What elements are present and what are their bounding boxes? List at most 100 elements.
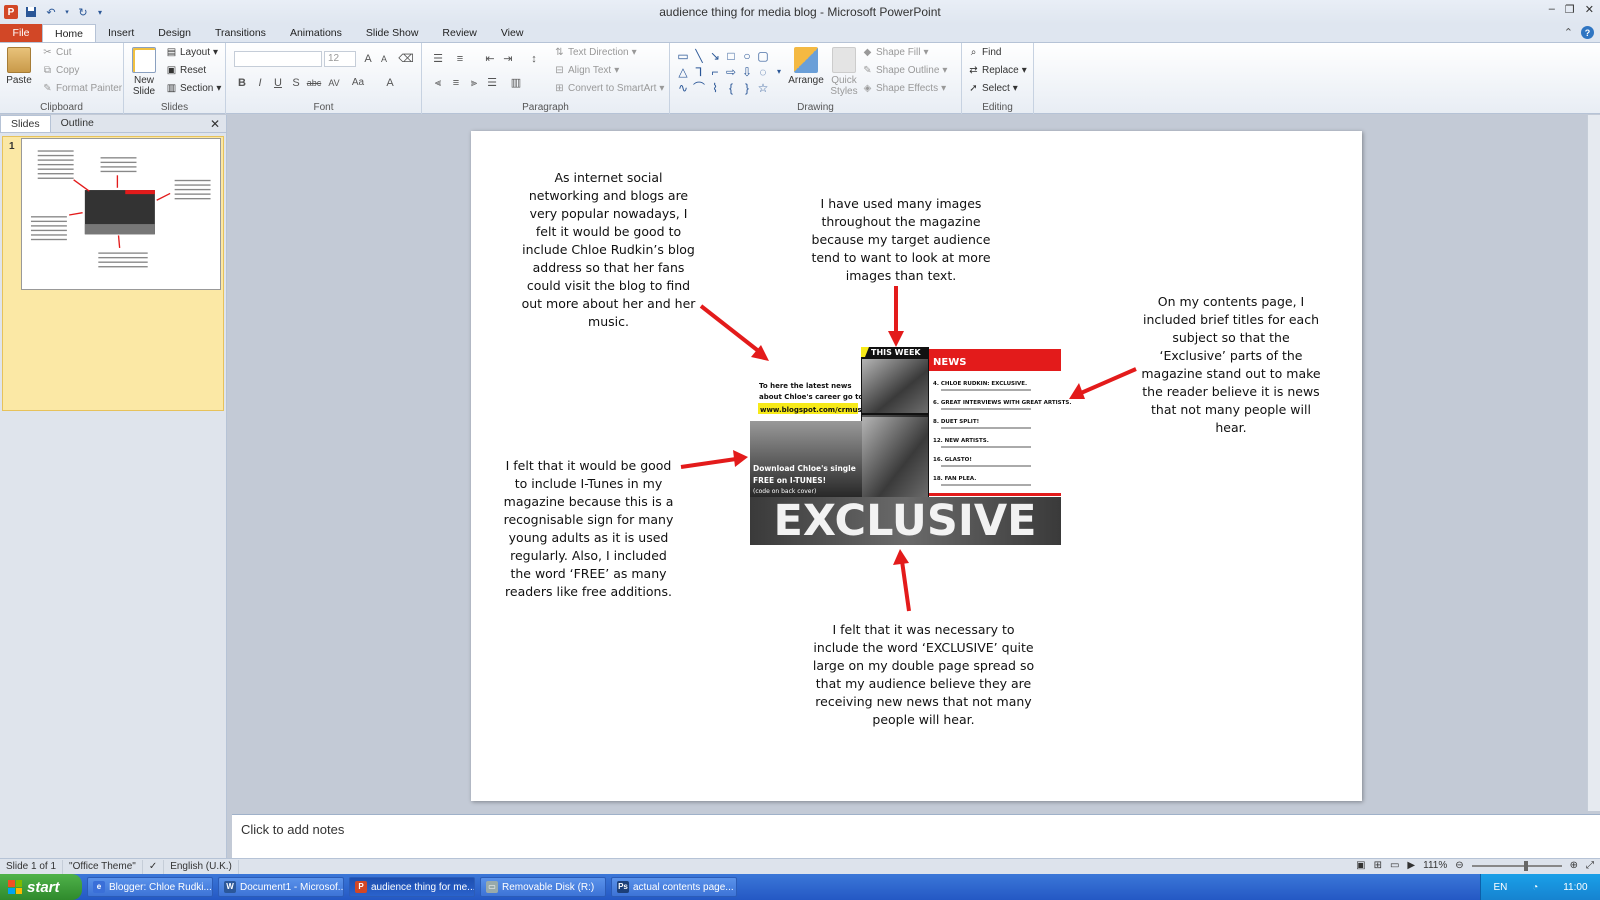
layout-button[interactable]: ▤ Layout ▾ (166, 47, 218, 58)
redo-icon[interactable]: ↻ (76, 5, 90, 19)
shrink-font-button[interactable]: A (376, 51, 392, 67)
convert-smartart-button[interactable]: ⊞ Convert to SmartArt ▾ (554, 83, 664, 94)
align-right-icon[interactable]: ⫸ (466, 75, 482, 91)
shape-effects-button[interactable]: ◈ Shape Effects ▾ (862, 83, 946, 94)
normal-view-icon[interactable]: ▣ (1356, 860, 1365, 871)
magazine-collage-image[interactable]: To here the latest news about Chloe's ca… (471, 131, 1362, 801)
tab-animations[interactable]: Animations (278, 24, 354, 42)
vertical-scrollbar[interactable] (1587, 115, 1600, 811)
copy-button[interactable]: ⧉ Copy (42, 65, 79, 76)
tab-review[interactable]: Review (430, 24, 488, 42)
replace-button[interactable]: ⇄ Replace ▾ (968, 65, 1026, 76)
fit-to-window-icon[interactable]: ⤢ (1586, 860, 1594, 871)
taskbar-item-word[interactable]: W Document1 - Microsof... (218, 877, 344, 897)
new-slide-button[interactable]: New Slide (128, 47, 160, 97)
paste-button[interactable]: Paste (4, 47, 34, 86)
zoom-slider[interactable] (1471, 860, 1562, 871)
zoom-out-icon[interactable]: ⊖ (1455, 860, 1463, 871)
clear-formatting-icon[interactable]: ⌫ (398, 51, 414, 67)
slide-canvas[interactable]: As internet social networking and blogs … (471, 131, 1362, 801)
zoom-slider-thumb[interactable] (1523, 860, 1528, 871)
align-left-icon[interactable]: ⫷ (430, 75, 446, 91)
tab-slides[interactable]: Slides (0, 115, 51, 132)
grow-font-button[interactable]: A (360, 51, 376, 67)
notes-placeholder[interactable]: Click to add notes (241, 822, 344, 837)
undo-icon[interactable]: ↶ (44, 5, 58, 19)
line-spacing-icon[interactable]: ↕ (526, 51, 542, 67)
close-pane-icon[interactable]: ✕ (210, 117, 220, 131)
close-button[interactable]: ✕ (1585, 3, 1594, 16)
shapes-more-icon[interactable]: ▾ (772, 65, 786, 79)
character-spacing-button[interactable]: AV (326, 75, 342, 91)
italic-button[interactable]: I (252, 75, 268, 91)
tab-insert[interactable]: Insert (96, 24, 146, 42)
align-text-button[interactable]: ⊟ Align Text ▾ (554, 65, 619, 76)
taskbar-item-removable-disk[interactable]: ▭ Removable Disk (R:) (480, 877, 606, 897)
strikethrough-button[interactable]: abc (306, 75, 322, 91)
underline-button[interactable]: U (270, 75, 286, 91)
theme-name[interactable]: "Office Theme" (63, 859, 143, 874)
clock[interactable]: 11:00 (1563, 882, 1587, 893)
network-icon[interactable]: ◔ (1532, 882, 1538, 893)
taskbar-item-blogger[interactable]: e Blogger: Chloe Rudki... (87, 877, 213, 897)
left-brace-shape-icon[interactable]: { (724, 81, 738, 95)
tab-design[interactable]: Design (146, 24, 203, 42)
increase-indent-icon[interactable]: ⇥ (500, 51, 516, 67)
help-icon[interactable]: ? (1581, 26, 1594, 39)
arrow-line-shape-icon[interactable]: ↘ (708, 49, 722, 63)
shape-outline-button[interactable]: ✎ Shape Outline ▾ (862, 65, 947, 76)
star-shape-icon[interactable]: ☆ (756, 81, 770, 95)
triangle-shape-icon[interactable]: △ (676, 65, 690, 79)
section-button[interactable]: ▥ Section ▾ (166, 83, 222, 94)
right-arrow-shape-icon[interactable]: ⇨ (724, 65, 738, 79)
rounded-rect-shape-icon[interactable]: ▢ (756, 49, 770, 63)
change-case-button[interactable]: Aa (350, 75, 366, 91)
right-brace-shape-icon[interactable]: } (740, 81, 754, 95)
reading-view-icon[interactable]: ▭ (1390, 860, 1399, 871)
slide-sorter-icon[interactable]: ⊞ (1374, 860, 1382, 871)
bullets-icon[interactable]: ☰ (430, 51, 446, 67)
text-direction-button[interactable]: ⇅ Text Direction ▾ (554, 47, 636, 58)
language-bar[interactable]: EN (1493, 882, 1507, 893)
curve-shape-icon[interactable]: ∿ (676, 81, 690, 95)
font-name-combo[interactable] (234, 51, 322, 67)
decrease-indent-icon[interactable]: ⇤ (482, 51, 498, 67)
tab-view[interactable]: View (489, 24, 536, 42)
down-arrow-shape-icon[interactable]: ⇩ (740, 65, 754, 79)
tab-file[interactable]: File (0, 24, 42, 42)
shadow-button[interactable]: S (288, 75, 304, 91)
tab-outline[interactable]: Outline (51, 115, 104, 132)
slide-thumbnail-selected[interactable]: 1 (2, 136, 224, 411)
save-icon[interactable] (24, 5, 38, 19)
language-indicator[interactable]: English (U.K.) (164, 859, 239, 874)
start-button[interactable]: start (0, 874, 82, 900)
notes-pane[interactable]: Click to add notes (232, 814, 1600, 858)
tab-slide-show[interactable]: Slide Show (354, 24, 431, 42)
format-painter-button[interactable]: ✎ Format Painter (42, 83, 122, 94)
arrange-button[interactable]: Arrange (788, 47, 824, 86)
shape-fill-button[interactable]: ◆ Shape Fill ▾ (862, 47, 929, 58)
select-button[interactable]: ➚ Select ▾ (968, 83, 1018, 94)
zoom-level[interactable]: 111% (1423, 860, 1447, 871)
oval-shape-icon[interactable]: ○ (740, 49, 754, 63)
freeform-shape-icon[interactable]: ⌇ (708, 81, 722, 95)
minimize-ribbon-icon[interactable]: ⌃ (1564, 26, 1573, 39)
bold-button[interactable]: B (234, 75, 250, 91)
tab-transitions[interactable]: Transitions (203, 24, 278, 42)
tab-home[interactable]: Home (42, 24, 97, 42)
connector-shape-icon[interactable]: ⅂ (692, 65, 706, 79)
textbox-shape-icon[interactable]: ▭ (676, 49, 690, 63)
quick-styles-button[interactable]: Quick Styles (828, 47, 860, 97)
align-center-icon[interactable]: ≡ (448, 75, 464, 91)
font-color-button[interactable]: A (382, 75, 398, 91)
find-button[interactable]: ⌕ Find (968, 47, 1002, 58)
slideshow-view-icon[interactable]: ▶ (1407, 860, 1415, 871)
elbow-shape-icon[interactable]: ⌐ (708, 65, 722, 79)
customize-qat-icon[interactable]: ▾ (96, 5, 104, 19)
arc-shape-icon[interactable]: ⌒ (692, 81, 706, 95)
minimize-button[interactable]: – (1549, 3, 1555, 16)
columns-icon[interactable]: ▥ (508, 75, 524, 91)
powerpoint-logo-icon[interactable]: P (4, 5, 18, 19)
taskbar-item-powerpoint[interactable]: Paudience thing for me... (349, 877, 475, 897)
undo-dropdown-icon[interactable]: ▾ (64, 5, 70, 19)
